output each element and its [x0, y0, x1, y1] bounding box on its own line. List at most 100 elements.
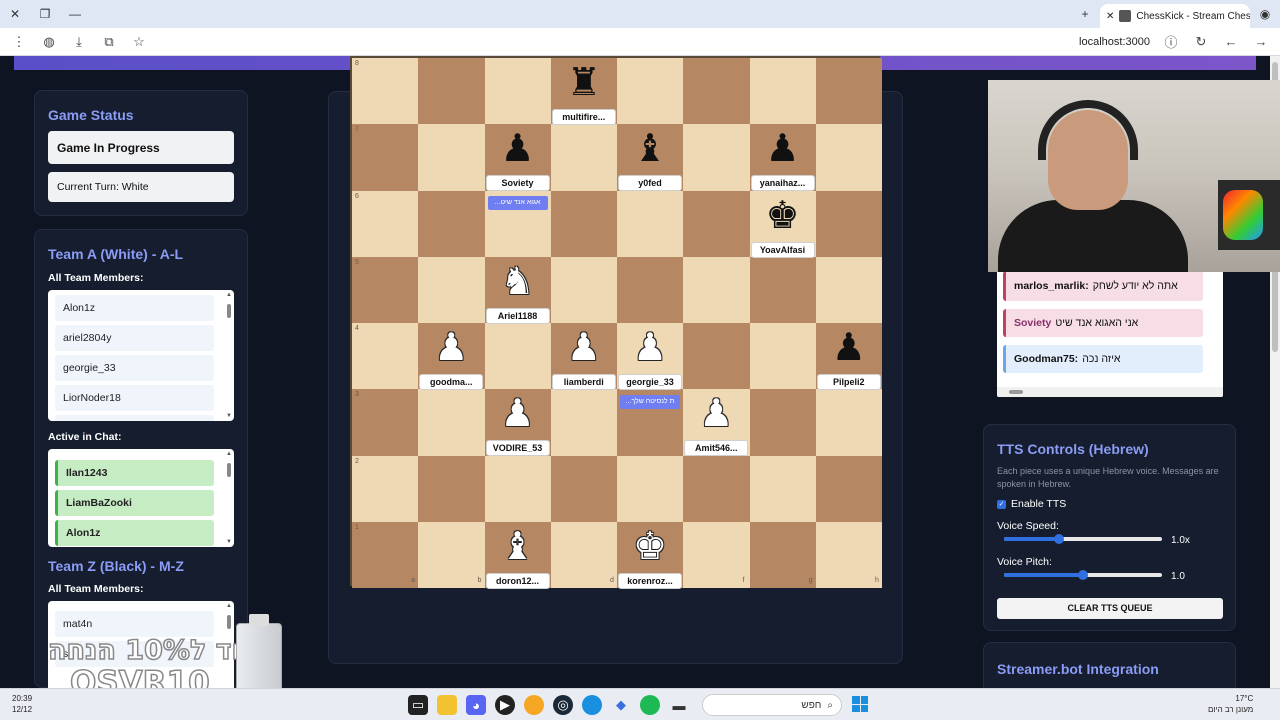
media-player-icon[interactable]: ▶ — [495, 695, 515, 715]
windows-start-icon[interactable] — [852, 696, 868, 712]
board-square[interactable] — [484, 323, 551, 390]
chess-piece[interactable]: ♟ — [750, 128, 816, 168]
enable-tts-toggle[interactable]: ✓ Enable TTS — [997, 498, 1066, 510]
chat-h-scrollbar[interactable] — [997, 387, 1223, 397]
chess-piece[interactable]: ♚ — [750, 195, 816, 235]
board-square[interactable] — [683, 521, 750, 588]
url-field[interactable]: localhost:3000 — [156, 36, 1154, 48]
list-item[interactable]: Alon1z — [55, 520, 214, 546]
list-scrollbar[interactable]: ▲ ▼ — [226, 451, 232, 545]
team-a-members-list[interactable]: Alon1z ariel2804y georgie_33 LiorNoder18… — [48, 290, 234, 421]
voice-speed-slider[interactable] — [1004, 534, 1162, 544]
chess-piece[interactable]: ♚ — [617, 526, 683, 566]
site-info-icon[interactable]: ⓘ — [1158, 31, 1184, 53]
weather-widget[interactable]: 17°C מעונן רב היום — [1208, 693, 1253, 715]
board-square[interactable] — [352, 190, 419, 257]
board-square[interactable] — [617, 58, 684, 125]
board-square[interactable] — [749, 323, 816, 390]
browser-tab[interactable]: ✕ ChessKick - Stream Chess G... — [1100, 4, 1250, 28]
app-icon[interactable] — [524, 695, 544, 715]
board-square[interactable] — [617, 190, 684, 257]
board-square[interactable] — [352, 58, 419, 125]
app-icon[interactable]: ▬ — [669, 695, 689, 715]
board-square[interactable] — [418, 389, 485, 456]
board-square[interactable] — [418, 58, 485, 125]
board-square[interactable] — [749, 521, 816, 588]
board-square[interactable] — [683, 58, 750, 125]
chess-piece[interactable]: ♞ — [485, 261, 551, 301]
list-item[interactable]: mat4n — [55, 611, 214, 637]
board-square[interactable] — [352, 389, 419, 456]
taskbar-search[interactable]: חפש ⌕ — [702, 694, 842, 716]
back-icon[interactable]: ← — [1218, 31, 1244, 53]
forward-icon[interactable]: → — [1248, 31, 1274, 53]
board-square[interactable] — [418, 190, 485, 257]
board-square[interactable] — [683, 323, 750, 390]
voice-pitch-slider[interactable] — [1004, 570, 1162, 580]
new-tab-icon[interactable]: + — [1070, 0, 1100, 28]
chess-piece[interactable]: ♟ — [617, 327, 683, 367]
list-item[interactable]: Alon1z — [55, 295, 214, 321]
board-square[interactable] — [749, 389, 816, 456]
download-icon[interactable]: ⤓ — [66, 31, 92, 53]
board-square[interactable] — [550, 455, 617, 522]
minimize-window-icon[interactable]: — — [60, 0, 90, 28]
chrome-icon[interactable] — [582, 695, 602, 715]
board-square[interactable] — [484, 58, 551, 125]
chess-piece[interactable]: ♟ — [485, 393, 551, 433]
chess-piece[interactable]: ♝ — [617, 128, 683, 168]
board-square[interactable] — [815, 455, 882, 522]
chess-piece[interactable]: ♟ — [418, 327, 484, 367]
list-item[interactable]: LiamBaZooki — [55, 490, 214, 516]
board-square[interactable] — [418, 256, 485, 323]
discord-icon[interactable]: ◕ — [466, 695, 486, 715]
chess-piece[interactable]: ♟ — [551, 327, 617, 367]
restore-window-icon[interactable]: ❐ — [30, 0, 60, 28]
slider-knob[interactable] — [1054, 534, 1065, 544]
board-square[interactable] — [617, 256, 684, 323]
chess-piece[interactable]: ♝ — [485, 526, 551, 566]
board-square[interactable] — [749, 256, 816, 323]
chess-piece[interactable]: ♟ — [816, 327, 882, 367]
tab-close-icon[interactable]: ✕ — [1106, 11, 1114, 22]
list-item[interactable]: ariel2804y — [55, 325, 214, 351]
profile-icon[interactable]: ◍ — [36, 31, 62, 53]
board-square[interactable] — [550, 256, 617, 323]
board-square[interactable] — [550, 124, 617, 191]
app-icon[interactable]: ◆ — [611, 695, 631, 715]
board-square[interactable] — [749, 58, 816, 125]
clock[interactable]: 20:39 12/12 — [12, 693, 32, 715]
list-item[interactable] — [55, 415, 214, 421]
board-square[interactable] — [815, 256, 882, 323]
file-explorer-icon[interactable] — [437, 695, 457, 715]
chat-box[interactable]: marlos_marlik: אתה לא יודע לשחק Soviety … — [997, 271, 1223, 397]
chess-piece[interactable]: ♟ — [485, 128, 551, 168]
close-window-icon[interactable]: ✕ — [0, 0, 30, 28]
bookmark-star-icon[interactable]: ☆ — [126, 31, 152, 53]
board-square[interactable] — [815, 190, 882, 257]
more-menu-icon[interactable]: ⋮ — [6, 31, 32, 53]
board-square[interactable] — [352, 124, 419, 191]
board-square[interactable] — [617, 455, 684, 522]
extensions-icon[interactable]: ⧉ — [96, 31, 122, 53]
tab-menu-icon[interactable]: ◉ — [1250, 0, 1280, 28]
steam-icon[interactable]: ◎ — [553, 695, 573, 715]
board-square[interactable] — [550, 190, 617, 257]
board-square[interactable] — [815, 521, 882, 588]
board-square[interactable] — [550, 389, 617, 456]
board-square[interactable] — [418, 124, 485, 191]
board-square[interactable] — [418, 455, 485, 522]
list-item[interactable]: Ilan1243 — [55, 460, 214, 486]
clear-tts-queue-button[interactable]: CLEAR TTS QUEUE — [997, 598, 1223, 619]
spotify-icon[interactable] — [640, 695, 660, 715]
terminal-icon[interactable]: ▭ — [408, 695, 428, 715]
checkbox-icon[interactable]: ✓ — [997, 499, 1006, 509]
board-square[interactable] — [815, 58, 882, 125]
board-square[interactable] — [683, 190, 750, 257]
slider-knob[interactable] — [1078, 570, 1088, 580]
board-square[interactable] — [352, 256, 419, 323]
chess-board[interactable]: 87654321abcdefgh♜multifire...♟Soviety♝y0… — [350, 56, 882, 589]
board-square[interactable] — [815, 389, 882, 456]
team-a-active-list[interactable]: Ilan1243 LiamBaZooki Alon1z ▲ ▼ — [48, 449, 234, 547]
board-square[interactable] — [683, 256, 750, 323]
